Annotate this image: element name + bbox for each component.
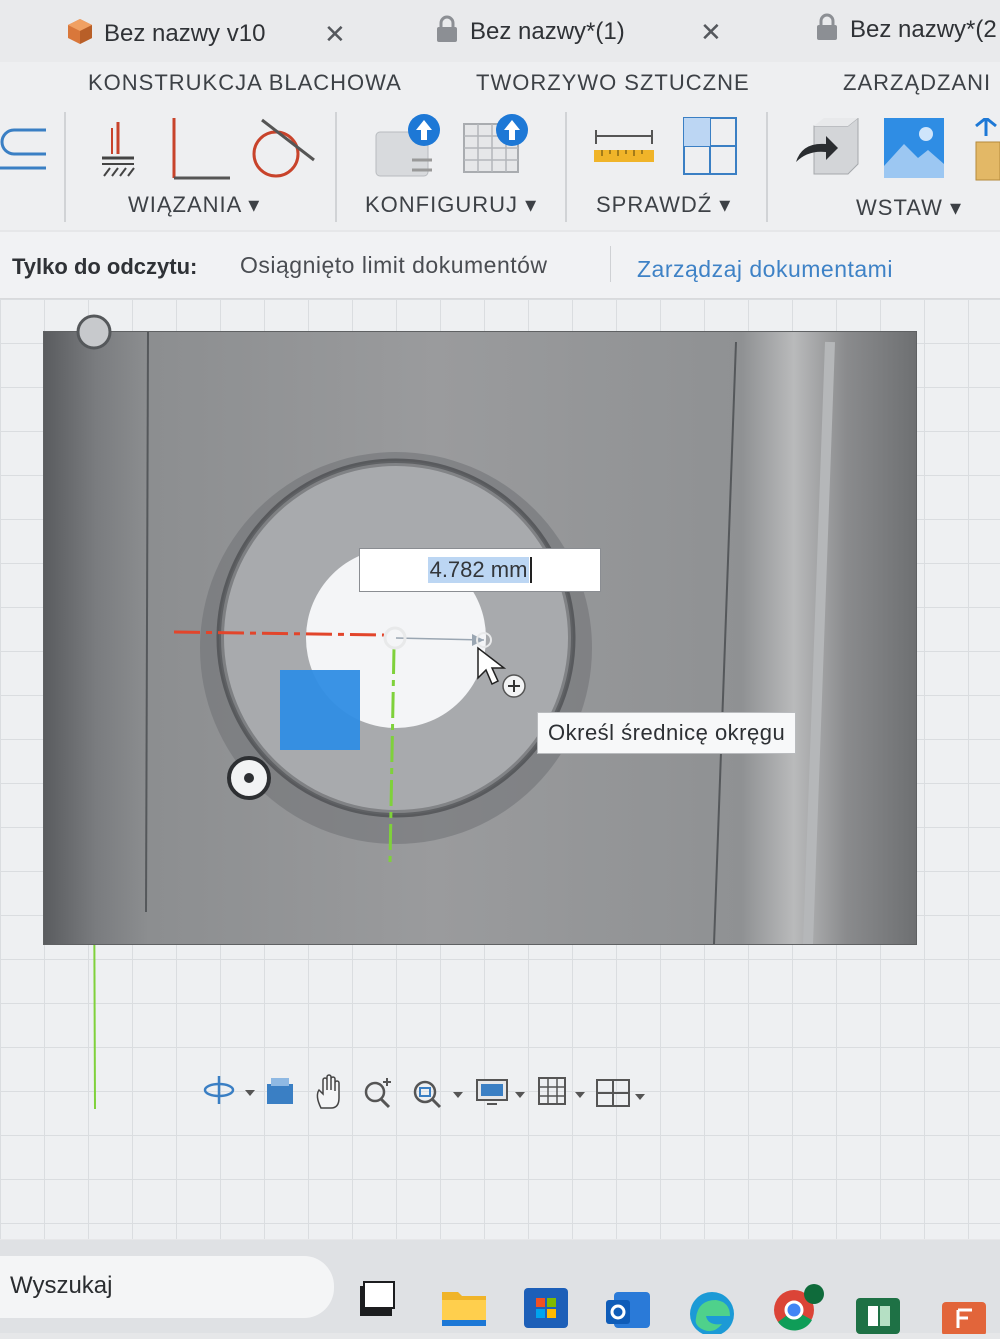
partial-tool-icon[interactable] (0, 124, 50, 183)
tab-bez-nazwy-v10[interactable]: Bez nazwy v10 ✕ (66, 14, 346, 54)
search-placeholder: Wyszukaj (10, 1272, 113, 1299)
tab-label: Bez nazwy*(2 (850, 16, 997, 43)
close-tab-icon[interactable]: ✕ (700, 17, 722, 48)
box-icon (66, 17, 94, 52)
fit-zoom-icon[interactable] (411, 1074, 467, 1115)
grid-settings-icon[interactable] (537, 1074, 593, 1115)
tab-label: Bez nazwy v10 (104, 20, 266, 47)
configuration-table-icon[interactable] (460, 112, 532, 189)
look-at-icon[interactable] (265, 1074, 297, 1115)
perpendicular-constraint-icon[interactable] (164, 116, 234, 189)
toolbar-ribbon: KONSTRUKCJA BLACHOWA TWORZYWO SZTUCZNE Z… (0, 62, 1000, 230)
ribbon-separator (335, 112, 337, 222)
tab-bez-nazwy-2[interactable]: Bez nazwy*(2 (814, 10, 997, 50)
zoom-icon[interactable] (361, 1074, 397, 1115)
viewports-icon[interactable] (595, 1074, 651, 1115)
dimension-value: 4.782 mm (427, 557, 530, 583)
group-wstaw[interactable]: WSTAW ▾ (856, 195, 962, 221)
manage-documents-link[interactable]: Zarządzaj dokumentami (637, 256, 893, 283)
text-caret (530, 557, 533, 583)
readonly-label: Tylko do odczytu: (12, 254, 198, 279)
taskbar-search-input[interactable]: Wyszukaj (0, 1256, 334, 1318)
view-cube-knob-icon[interactable] (74, 312, 114, 352)
file-explorer-icon[interactable] (440, 1284, 488, 1333)
ribbon-separator (565, 112, 567, 222)
navigation-bar (195, 1068, 655, 1118)
ribbon-separator (766, 112, 768, 222)
lock-icon (814, 13, 840, 48)
edge-browser-icon[interactable] (688, 1290, 736, 1339)
insert-mesh-icon[interactable] (972, 116, 1000, 189)
lock-icon (434, 15, 460, 50)
task-view-icon[interactable] (358, 1280, 398, 1325)
measure-icon[interactable] (592, 130, 656, 175)
readonly-message: Osiągnięto limit dokumentów (240, 252, 548, 278)
outlook-icon[interactable] (604, 1286, 652, 1337)
chrome-profile-icon[interactable] (770, 1284, 826, 1337)
tab-konstrukcja-blachowa[interactable]: KONSTRUKCJA BLACHOWA (88, 70, 402, 96)
group-konfiguruj[interactable]: KONFIGURUJ ▾ (365, 192, 537, 218)
section-analysis-icon[interactable] (680, 114, 744, 185)
diameter-dimension-input[interactable]: 4.782 mm (359, 548, 601, 592)
group-sprawdz[interactable]: SPRAWDŹ ▾ (596, 192, 731, 218)
tab-label: Bez nazwy*(1) (470, 18, 625, 45)
configure-parameters-icon[interactable] (372, 112, 444, 189)
sketch-overlay (145, 332, 835, 944)
pan-hand-icon[interactable] (313, 1074, 349, 1115)
ribbon-separator (64, 112, 66, 222)
close-tab-icon[interactable]: ✕ (324, 19, 346, 50)
insert-canvas-icon[interactable] (882, 116, 946, 185)
tab-zarzadzanie[interactable]: ZARZĄDZANI (843, 70, 991, 96)
tangent-constraint-icon[interactable] (250, 116, 316, 189)
microsoft-store-icon[interactable] (522, 1282, 570, 1335)
display-settings-icon[interactable] (475, 1074, 531, 1115)
group-wiazania[interactable]: WIĄZANIA ▾ (128, 192, 260, 218)
readonly-notice-bar: Tylko do odczytu: Osiągnięto limit dokum… (0, 232, 1000, 299)
tab-bez-nazwy-1[interactable]: Bez nazwy*(1) ✕ (434, 12, 722, 52)
sketch-tooltip: Określ średnicę okręgu (537, 712, 797, 754)
tab-tworzywo-sztuczne[interactable]: TWORZYWO SZTUCZNE (476, 70, 750, 96)
orbit-icon[interactable] (201, 1074, 257, 1115)
notice-separator (610, 246, 611, 282)
document-tab-bar: Bez nazwy v10 ✕ Bez nazwy*(1) ✕ Bez nazw… (0, 0, 1000, 62)
fix-constraint-icon[interactable] (98, 118, 138, 185)
excel-icon[interactable] (854, 1292, 902, 1339)
insert-derive-icon[interactable] (792, 116, 862, 189)
